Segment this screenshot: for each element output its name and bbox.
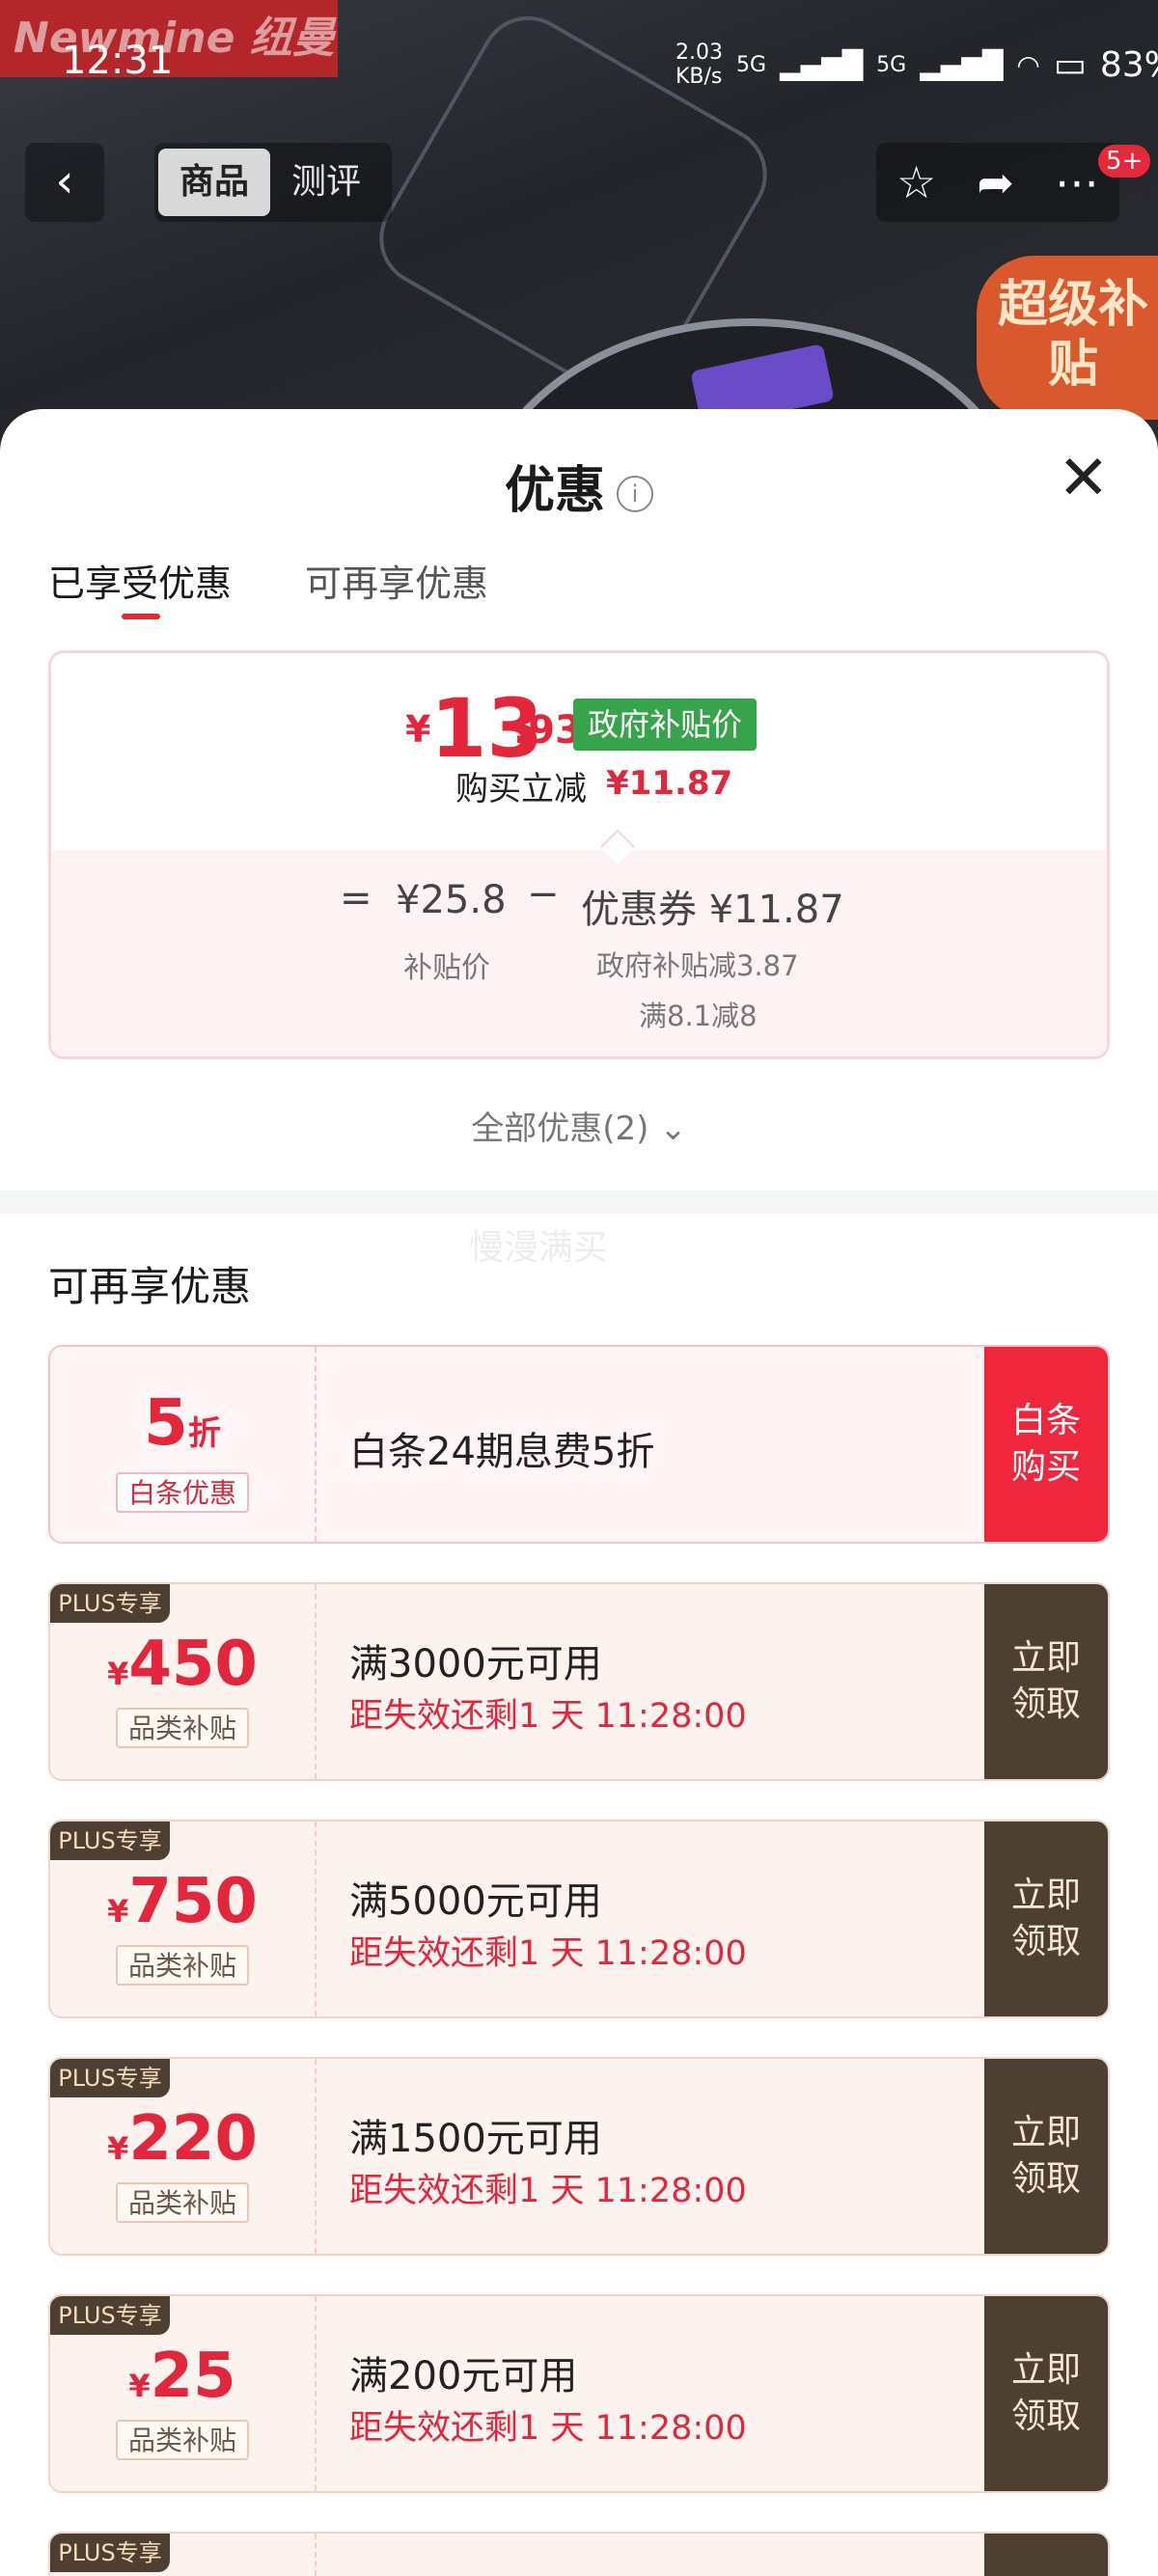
coupon-card-partial: PLUS专享 <box>48 2532 1110 2576</box>
share-icon[interactable]: ➦ <box>977 156 1014 208</box>
coupon-title: 白条24期息费5折 <box>349 1430 655 1474</box>
coupon-title: 满5000元可用 <box>349 1879 602 1924</box>
coupon-amount-currency: ¥ <box>128 2368 151 2404</box>
coupon-title: 满200元可用 <box>349 2354 578 2398</box>
tab-more-discounts[interactable]: 可再享优惠 <box>305 554 488 607</box>
watermark-text: 慢漫满买 <box>469 1228 609 1268</box>
gov-subsidy-price-tag: 政府补贴价 <box>573 699 757 751</box>
section-divider <box>0 1191 1158 1214</box>
back-button[interactable]: ‹ <box>25 143 104 222</box>
claim-button[interactable] <box>984 2534 1108 2576</box>
wifi-icon: ◠ <box>1016 48 1040 81</box>
more-icon[interactable]: ⋯ <box>1055 156 1099 208</box>
claim-button[interactable]: 立即 领取 <box>984 2059 1108 2254</box>
coupon-card: PLUS专享 ¥750 品类补贴 满5000元可用 距失效还剩1 天 11:28… <box>48 1820 1110 2018</box>
final-price-decimal: .93 <box>513 708 582 753</box>
active-tab-indicator <box>122 614 160 619</box>
battery-icon: ▭ <box>1053 44 1087 85</box>
coupon-amount-main: 5 <box>144 1385 188 1460</box>
coupon-title: 满1500元可用 <box>349 2117 602 2161</box>
coupon-tag: 品类补贴 <box>116 1945 249 1986</box>
coupon-amount: ¥450 <box>50 1629 315 1700</box>
battery-level: 83% <box>1099 44 1158 85</box>
coupon-amount-main: 220 <box>128 2103 258 2175</box>
coupon-card: PLUS专享 ¥25 品类补贴 满200元可用 距失效还剩1 天 11:28:0… <box>48 2294 1110 2493</box>
plus-exclusive-badge: PLUS专享 <box>50 1822 170 1860</box>
coupon-expiry: 距失效还剩1 天 11:28:00 <box>349 1697 747 1736</box>
subsidy-price-label: 补贴价 <box>403 951 490 985</box>
signal-5g-label-2: 5G <box>876 52 907 77</box>
plus-exclusive-badge: PLUS专享 <box>50 1584 170 1623</box>
tab-enjoyed-discounts[interactable]: 已享受优惠 <box>48 554 232 607</box>
coupon-amount: ¥25 <box>50 2341 315 2412</box>
coupon-tag: 品类补贴 <box>116 2420 249 2460</box>
tab-review[interactable]: 测评 <box>270 149 382 216</box>
plus-exclusive-badge: PLUS专享 <box>50 2534 170 2572</box>
minus-sign: − <box>527 872 560 917</box>
coupon-amount-main: 450 <box>128 1629 258 1700</box>
more-discounts-title: 可再享优惠 <box>48 1263 252 1310</box>
signal-5g-label: 5G <box>735 52 767 77</box>
chevron-left-icon: ‹ <box>55 154 74 208</box>
sheet-title-text: 优惠 <box>504 462 605 520</box>
plus-exclusive-badge: PLUS专享 <box>50 2296 170 2335</box>
coupon-amount: ¥750 <box>50 1866 315 1937</box>
close-icon[interactable]: ✕ <box>1058 448 1110 509</box>
message-badge: 5+ <box>1098 145 1151 178</box>
coupon-amount: ¥220 <box>50 2103 315 2175</box>
claim-button[interactable]: 立即 领取 <box>984 1822 1108 2016</box>
instant-reduce-label: 购买立减 <box>455 770 587 808</box>
coupon-amount-currency: ¥ <box>107 2130 129 2167</box>
final-price-currency: ¥ <box>405 708 431 751</box>
coupon-title: 满3000元可用 <box>349 1642 602 1686</box>
instant-reduce-value: ¥11.87 <box>606 764 733 803</box>
baitiao-buy-button[interactable]: 白条 购买 <box>984 1347 1108 1542</box>
header-actions: ☆ ➦ ⋯ <box>876 143 1119 222</box>
full-reduce-detail: 满8.1减8 <box>639 1000 758 1032</box>
coupon-tag: 品类补贴 <box>116 2182 249 2223</box>
coupon-total-value: 优惠券 ¥11.87 <box>581 888 844 932</box>
gov-reduce-detail: 政府补贴减3.87 <box>596 949 799 982</box>
sheet-title: 优惠 i <box>0 450 1158 522</box>
header-tabs: 商品 测评 <box>154 143 392 222</box>
super-subsidy-tag[interactable]: 超级补贴 <box>977 256 1158 420</box>
coupon-card-baitiao: 5折 白条优惠 白条24期息费5折 白条 购买 <box>48 1345 1110 1544</box>
coupon-tag: 白条优惠 <box>116 1472 249 1513</box>
coupon-amount-currency: ¥ <box>107 1656 129 1692</box>
all-discounts-toggle[interactable]: 全部优惠(2) ⌄ <box>0 1102 1158 1149</box>
coupon-amount-currency: ¥ <box>107 1893 129 1930</box>
status-icons: 2.03 KB/s 5G ▂▄▆█ 5G ▂▄▆█ ◠ ▭ 83% <box>676 41 1158 89</box>
coupon-amount-main: 750 <box>128 1866 258 1937</box>
coupon-expiry: 距失效还剩1 天 11:28:00 <box>349 2409 747 2448</box>
coupon-amount-unit: 折 <box>187 1414 221 1453</box>
coupon-amount-main: 25 <box>150 2341 236 2412</box>
coupon-tag: 品类补贴 <box>116 1708 249 1748</box>
tab-product[interactable]: 商品 <box>158 149 270 216</box>
signal-icon-2: ▂▄▆█ <box>920 48 1004 81</box>
coupon-card: PLUS专享 ¥450 品类补贴 满3000元可用 距失效还剩1 天 11:28… <box>48 1582 1110 1781</box>
coupon-card: PLUS专享 ¥220 品类补贴 满1500元可用 距失效还剩1 天 11:28… <box>48 2057 1110 2256</box>
net-speed: 2.03 KB/s <box>676 41 723 89</box>
equals-sign: = <box>340 876 372 920</box>
claim-button[interactable]: 立即 领取 <box>984 2296 1108 2491</box>
coupon-expiry: 距失效还剩1 天 11:28:00 <box>349 2172 747 2210</box>
coupon-expiry: 距失效还剩1 天 11:28:00 <box>349 1934 747 1973</box>
plus-exclusive-badge: PLUS专享 <box>50 2059 170 2097</box>
claim-button[interactable]: 立即 领取 <box>984 1584 1108 1779</box>
subsidy-price-value: ¥25.8 <box>396 878 507 922</box>
info-icon[interactable]: i <box>617 476 653 512</box>
status-time: 12:31 <box>62 39 174 83</box>
coupon-amount: 5折 <box>50 1385 315 1460</box>
signal-icon: ▂▄▆█ <box>780 48 864 81</box>
star-icon[interactable]: ☆ <box>896 156 936 208</box>
